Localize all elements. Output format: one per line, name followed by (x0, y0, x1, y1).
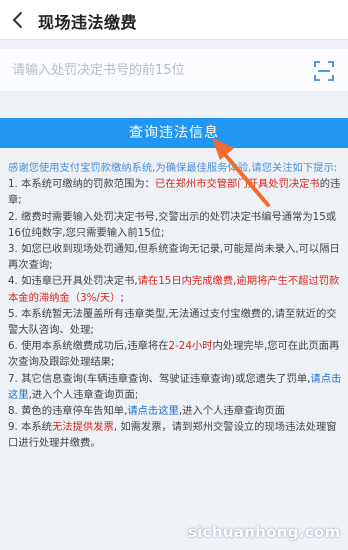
notice-item-4-tail: ; (120, 291, 124, 304)
notice-item-8-tail: ,进入个人违章查询页面 (178, 405, 286, 418)
notice-item-4: 4. 如违章已开具处罚决定书,请在15日内完成缴费,逾期将产生不超过罚款本金的滞… (8, 273, 342, 305)
notice-item-1: 1. 本系统可缴纳的罚款范围为：已在郑州市交管部门开具处罚决定书的违章; (8, 176, 342, 208)
notice-item-9-text: 9. 本系统 (8, 421, 52, 434)
notice-item-4-text: 4. 如违章已开具处罚决定书, (8, 275, 138, 288)
chevron-left-icon[interactable] (10, 11, 26, 29)
parking-notice-link[interactable]: 请点击这里 (127, 405, 178, 417)
notice-item-9: 9. 本系统无法提供发票, 如需发票，请到郑州交警设立的现场违法处理窗口进行处理… (8, 419, 342, 451)
notice-item-9-highlight: 无法提供发票 (52, 421, 114, 434)
scan-icon[interactable] (314, 61, 334, 81)
page-title: 现场违法缴费 (38, 13, 138, 32)
notice-item-6-highlight: 2-24小时 (168, 340, 213, 353)
notice-intro: 感谢您使用支付宝罚款缴纳系统,为确保最佳服务体验,请您关注如下提示: (8, 162, 338, 174)
notice-item-1-highlight: 已在郑州市交管部门开具处罚决定书 (154, 178, 320, 191)
query-violation-button[interactable]: 查询违法信息 (0, 118, 348, 148)
notice-item-8: 8. 黄色的违章停车告知单,请点击这里,进入个人违章查询页面 (8, 403, 342, 419)
notice-text: 感谢您使用支付宝罚款缴纳系统,为确保最佳服务体验,请您关注如下提示: 1. 本系… (8, 160, 342, 452)
app-header: 现场违法缴费 (0, 0, 348, 40)
notice-item-8-text: 8. 黄色的违章停车告知单, (8, 405, 128, 418)
notice-item-3: 3. 如您已收到现场处罚通知,但系统查询无记录,可能是尚未录入,可以隔日再次查询… (8, 243, 340, 272)
decision-number-field-area (0, 48, 348, 92)
notice-item-7-text: 7. 其它信息查询(车辆违章查询、驾驶证违章查询)或您遗失了罚单, (8, 372, 311, 385)
notice-item-5: 5. 本系统暂无法覆盖所有违章类型,无法通过支付宝缴费的,请至就近的交警大队咨询… (8, 307, 337, 337)
notice-item-2: 2. 缴费时需要输入处罚决定书号,交警出示的处罚决定书编号通常为15或16位纯数… (8, 210, 337, 239)
notice-item-6-text: 6. 使用本系统缴费成功后,违章将在 (8, 340, 169, 353)
notice-item-7: 7. 其它信息查询(车辆违章查询、驾驶证违章查询)或您遗失了罚单,请点击这里,进… (8, 371, 342, 403)
notice-item-1-text: 1. 本系统可缴纳的罚款范围为： (8, 178, 155, 191)
notice-item-6: 6. 使用本系统缴费成功后,违章将在2-24小时内处理完毕,您可在此页面再次查询… (8, 338, 342, 370)
decision-number-input[interactable] (12, 57, 292, 83)
watermark: sichuanhong.com (188, 523, 341, 541)
notice-item-7-tail: ,进入个人违章查询页面; (28, 388, 139, 401)
